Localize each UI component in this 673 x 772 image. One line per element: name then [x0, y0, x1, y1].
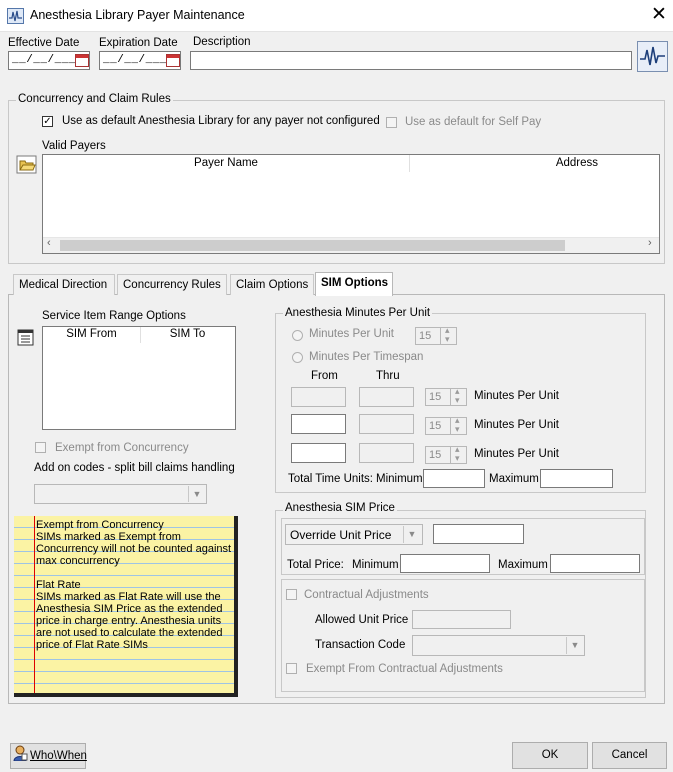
scroll-left-icon[interactable]: ‹ [47, 237, 51, 249]
scrollbar-thumb[interactable] [60, 240, 565, 251]
minutes-per-timespan-radio[interactable] [292, 352, 303, 363]
allowed-unit-price-label: Allowed Unit Price [315, 614, 409, 626]
minutes-per-unit-radio[interactable] [292, 330, 303, 341]
unit-price-field[interactable] [433, 524, 524, 544]
list-icon[interactable] [16, 329, 36, 346]
default-self-pay-label: Use as default for Self Pay [405, 116, 542, 128]
close-icon[interactable]: ✕ [648, 3, 670, 27]
minutes-per-unit-label-2: Minutes Per Unit [474, 419, 560, 431]
spinner-arrows-icon[interactable] [440, 325, 457, 345]
ok-button[interactable]: OK [512, 742, 588, 769]
concurrency-group-title: Concurrency and Claim Rules [16, 93, 173, 105]
minutes-spinner-1[interactable]: 15 [425, 388, 451, 406]
scroll-right-icon[interactable]: › [648, 237, 652, 249]
from-field-2[interactable] [291, 414, 346, 434]
description-label: Description [193, 36, 251, 48]
calendar-icon[interactable] [75, 54, 89, 67]
app-icon [7, 8, 24, 24]
default-self-pay-checkbox[interactable] [386, 117, 397, 128]
address-column-header[interactable]: Address [411, 155, 659, 172]
folder-open-icon[interactable] [16, 155, 37, 174]
exempt-concurrency-checkbox[interactable] [35, 442, 46, 453]
from-field-3[interactable] [291, 443, 346, 463]
spinner-arrows-icon[interactable] [450, 444, 467, 464]
default-any-payer-checkbox[interactable]: ✓ [42, 116, 53, 127]
minutes-per-unit-label-3: Minutes Per Unit [474, 448, 560, 460]
minutes-per-timespan-label: Minutes Per Timespan [309, 351, 424, 363]
contractual-adjustments-label: Contractual Adjustments [304, 589, 429, 601]
allowed-unit-price-field[interactable] [412, 610, 511, 629]
minutes-per-unit-label-1: Minutes Per Unit [474, 390, 560, 402]
exempt-contractual-checkbox[interactable] [286, 663, 297, 674]
minutes-group-title: Anesthesia Minutes Per Unit [283, 307, 433, 319]
price-minimum-field[interactable] [400, 554, 490, 573]
who-when-icon [13, 745, 28, 762]
total-price-label: Total Price: [287, 559, 344, 571]
units-minimum-label: Minimum [376, 473, 423, 485]
tab-concurrency-rules[interactable]: Concurrency Rules [117, 274, 227, 295]
thru-label: Thru [376, 370, 400, 382]
help-note: Exempt from Concurrency SIMs marked as E… [14, 516, 238, 697]
price-maximum-label: Maximum [498, 559, 548, 571]
valid-payers-label: Valid Payers [42, 140, 106, 152]
from-label: From [311, 370, 338, 382]
cancel-button[interactable]: Cancel [592, 742, 667, 769]
units-maximum-label: Maximum [489, 473, 539, 485]
waveform-icon[interactable] [637, 41, 668, 72]
total-time-units-label: Total Time Units: [288, 473, 373, 485]
note-margin-line [34, 516, 35, 693]
thru-field-3[interactable] [359, 443, 414, 463]
minutes-spinner-3[interactable]: 15 [425, 446, 451, 464]
transaction-code-label: Transaction Code [315, 639, 406, 651]
minutes-per-unit-spinner[interactable]: 15 [415, 327, 441, 345]
minutes-spinner-2[interactable]: 15 [425, 417, 451, 435]
expiration-date-label: Expiration Date [99, 37, 178, 49]
thru-field-1[interactable] [359, 387, 414, 407]
sim-range-list[interactable] [42, 326, 236, 430]
tab-sim-options[interactable]: SIM Options [315, 272, 393, 296]
exempt-concurrency-label: Exempt from Concurrency [55, 442, 189, 454]
price-group-title: Anesthesia SIM Price [283, 502, 397, 514]
description-field[interactable] [190, 51, 632, 70]
price-minimum-label: Minimum [352, 559, 399, 571]
chevron-down-icon[interactable]: ▼ [403, 526, 420, 543]
transaction-code-select[interactable] [412, 635, 585, 656]
sim-to-column-header[interactable]: SIM To [140, 328, 235, 340]
addon-codes-select[interactable] [34, 484, 207, 504]
spinner-arrows-icon[interactable] [450, 386, 467, 406]
range-options-title: Service Item Range Options [42, 310, 186, 322]
default-any-payer-label: Use as default Anesthesia Library for an… [62, 115, 380, 127]
chevron-down-icon[interactable]: ▼ [566, 637, 583, 654]
effective-date-label: Effective Date [8, 37, 80, 49]
sim-from-column-header[interactable]: SIM From [43, 328, 140, 340]
price-maximum-field[interactable] [550, 554, 640, 573]
contractual-adjustments-checkbox[interactable] [286, 589, 297, 600]
window-title: Anesthesia Library Payer Maintenance [30, 8, 245, 22]
calendar-icon[interactable] [166, 54, 180, 67]
units-maximum-field[interactable] [540, 469, 613, 488]
minutes-per-unit-radio-label: Minutes Per Unit [309, 328, 395, 340]
spinner-arrows-icon[interactable] [450, 415, 467, 435]
exempt-contractual-label: Exempt From Contractual Adjustments [306, 663, 503, 675]
addon-codes-label: Add on codes - split bill claims handlin… [34, 462, 235, 474]
payer-name-column-header[interactable]: Payer Name [43, 155, 410, 172]
units-minimum-field[interactable] [423, 469, 485, 488]
tab-claim-options[interactable]: Claim Options [230, 274, 314, 295]
chevron-down-icon[interactable]: ▼ [188, 486, 205, 502]
tab-medical-direction[interactable]: Medical Direction [13, 274, 115, 295]
from-field-1[interactable] [291, 387, 346, 407]
thru-field-2[interactable] [359, 414, 414, 434]
note-text: Exempt from Concurrency SIMs marked as E… [36, 519, 232, 651]
